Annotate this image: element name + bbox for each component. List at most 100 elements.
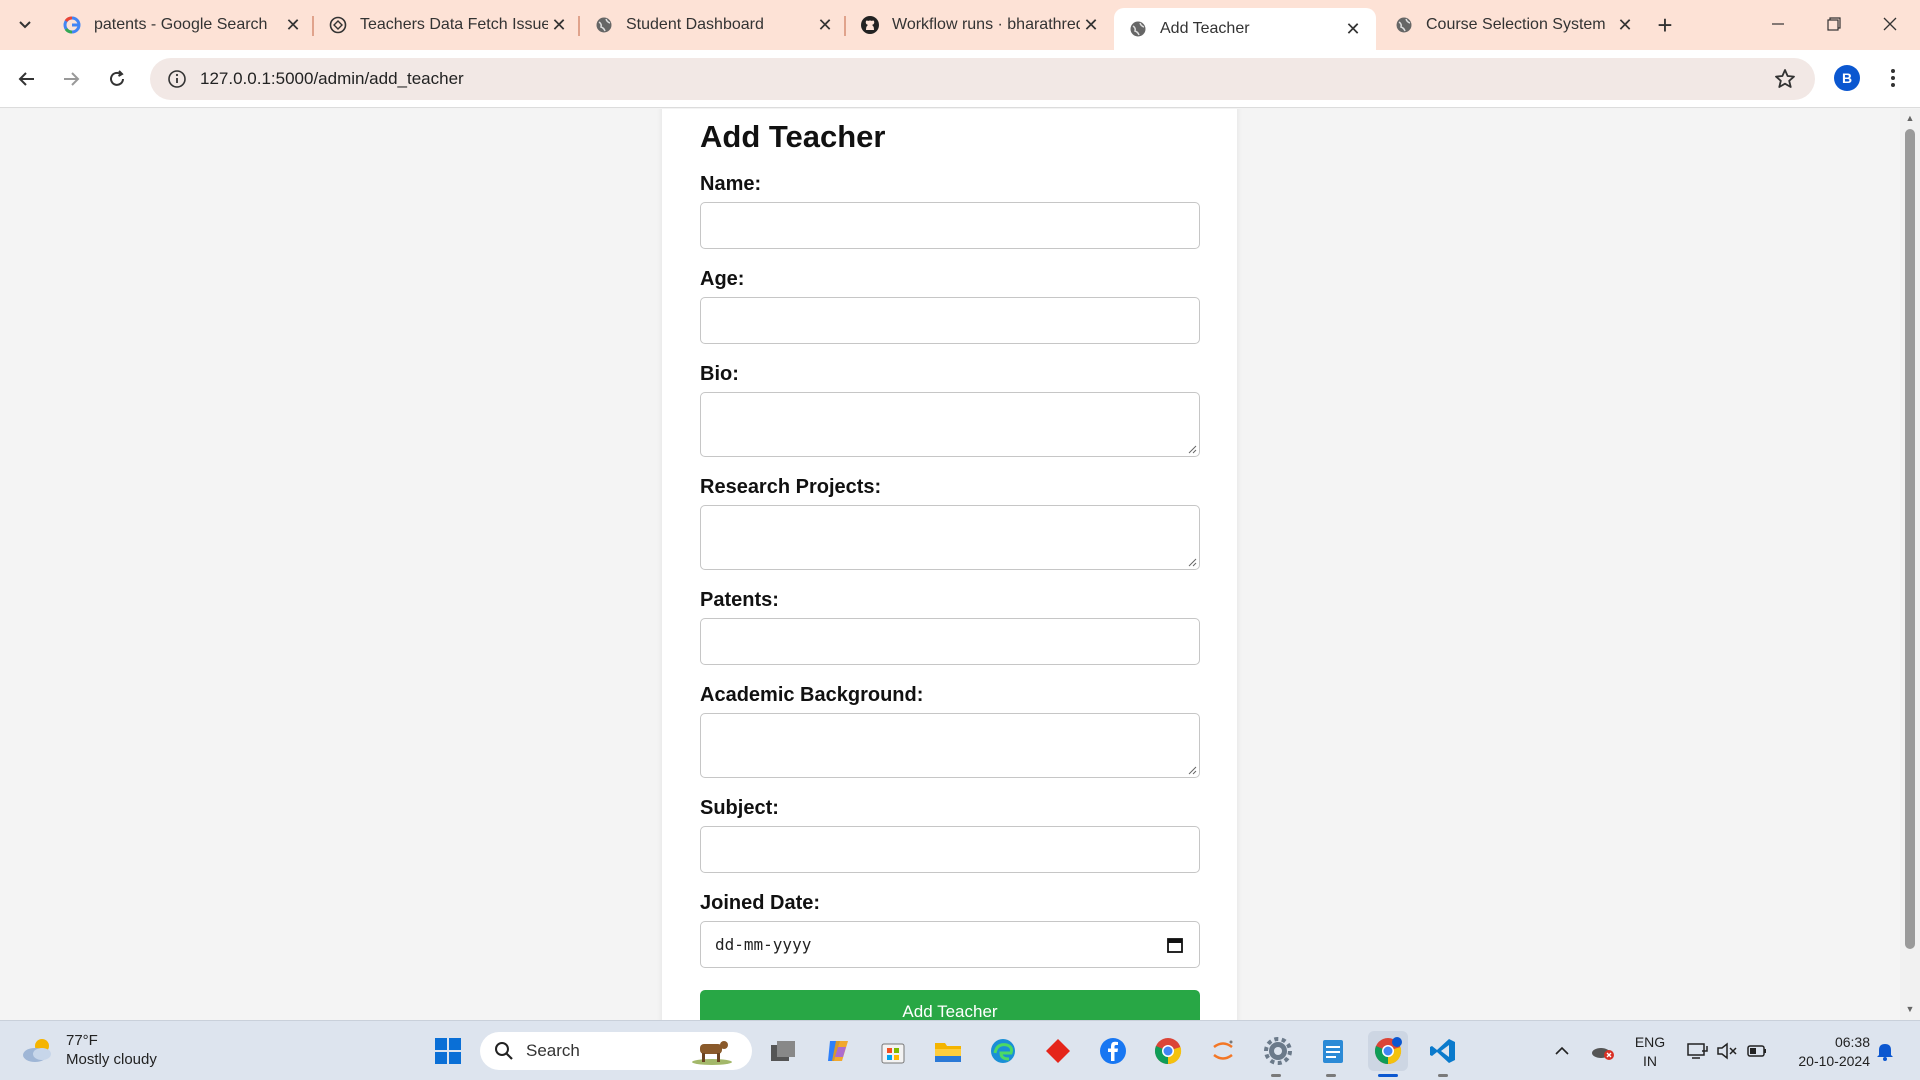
close-icon[interactable]: ✕ — [1342, 18, 1364, 40]
patents-field[interactable] — [700, 618, 1200, 665]
clock[interactable]: 06:38 20-10-2024 — [1784, 1033, 1870, 1071]
jupyter-button[interactable] — [1203, 1031, 1243, 1071]
windows-icon — [435, 1038, 461, 1064]
taskbar-search[interactable]: Search — [480, 1032, 752, 1070]
chrome-icon — [1375, 1037, 1402, 1065]
search-highlight-icon — [692, 1041, 732, 1065]
browser-menu-button[interactable] — [1880, 65, 1906, 91]
tab-add-teacher[interactable]: Add Teacher ✕ — [1114, 8, 1376, 50]
academic-background-textarea[interactable] — [700, 713, 1200, 778]
arrow-left-icon — [18, 72, 34, 86]
show-hidden-icons-button[interactable] — [1550, 1031, 1574, 1071]
vscode-icon — [1430, 1039, 1455, 1063]
tab-title: Workflow runs · bharathreddy — [892, 16, 1080, 33]
region-line: IN — [1643, 1053, 1657, 1069]
reload-icon — [110, 70, 124, 86]
tab-student-dashboard[interactable]: Student Dashboard ✕ — [580, 8, 848, 42]
weather-temp: 77°F — [66, 1032, 98, 1049]
diamond-app-button[interactable] — [1038, 1031, 1078, 1071]
onedrive-tray-button[interactable] — [1588, 1031, 1618, 1071]
tab-search-button[interactable] — [10, 10, 40, 40]
bookmark-star-icon[interactable] — [1773, 67, 1797, 91]
plus-icon: + — [1657, 9, 1673, 40]
close-icon[interactable]: ✕ — [282, 14, 304, 36]
volume-tray-button[interactable] — [1714, 1031, 1740, 1071]
close-icon — [1883, 17, 1897, 31]
tab-title: Teachers Data Fetch Issue — [360, 16, 548, 33]
microsoft-store-button[interactable] — [873, 1031, 913, 1071]
close-icon[interactable]: ✕ — [1080, 14, 1102, 36]
language-indicator[interactable]: ENG IN — [1632, 1033, 1668, 1071]
back-button[interactable] — [10, 62, 44, 96]
resize-grip-icon[interactable] — [1187, 765, 1197, 775]
tab-title: Add Teacher — [1160, 20, 1250, 37]
task-view-button[interactable] — [763, 1031, 803, 1071]
store-icon — [881, 1043, 905, 1064]
address-bar[interactable]: 127.0.0.1:5000/admin/add_teacher — [150, 58, 1815, 100]
add-teacher-button[interactable]: Add Teacher — [700, 990, 1200, 1020]
minimize-icon — [1772, 23, 1784, 25]
academic-background-label: Academic Background: — [700, 684, 924, 706]
close-icon[interactable]: ✕ — [548, 14, 570, 36]
weather-widget[interactable]: 77°F Mostly cloudy — [20, 1031, 157, 1069]
page-scrollbar[interactable]: ▲ ▼ — [1900, 109, 1920, 1020]
tab-teachers-data[interactable]: Teachers Data Fetch Issue ✕ — [314, 8, 582, 42]
chrome-button[interactable] — [1148, 1031, 1188, 1071]
name-field[interactable] — [700, 202, 1200, 249]
scroll-down-icon[interactable]: ▼ — [1905, 1004, 1915, 1014]
date-placeholder: dd-mm-yyyy — [715, 935, 812, 954]
edge-button[interactable] — [983, 1031, 1023, 1071]
start-button[interactable] — [428, 1031, 468, 1071]
close-icon[interactable]: ✕ — [814, 14, 836, 36]
tab-google-search[interactable]: patents - Google Search ✕ — [48, 8, 316, 42]
folder-icon — [935, 1043, 961, 1062]
resize-grip-icon[interactable] — [1187, 444, 1197, 454]
close-window-button[interactable] — [1862, 0, 1918, 48]
notifications-button[interactable] — [1872, 1031, 1898, 1071]
vscode-button[interactable] — [1423, 1031, 1463, 1071]
reload-button[interactable] — [100, 62, 134, 96]
site-info-icon[interactable] — [156, 58, 198, 100]
file-explorer-button[interactable] — [928, 1031, 968, 1071]
profile-avatar[interactable]: B — [1834, 65, 1860, 91]
globe-icon — [1394, 15, 1414, 35]
scroll-thumb[interactable] — [1905, 129, 1915, 949]
clock-date: 20-10-2024 — [1798, 1053, 1870, 1069]
globe-icon — [1128, 19, 1148, 39]
active-indicator — [1378, 1074, 1398, 1077]
url-text: 127.0.0.1:5000/admin/add_teacher — [200, 69, 464, 88]
resize-grip-icon[interactable] — [1187, 557, 1197, 567]
chevron-up-icon — [1555, 1046, 1569, 1055]
chrome-icon — [1155, 1038, 1182, 1065]
calendar-icon[interactable] — [1165, 935, 1185, 955]
tab-workflow-runs[interactable]: Workflow runs · bharathreddy ✕ — [846, 8, 1114, 42]
onedrive-error-icon — [1592, 1048, 1614, 1060]
edge-icon — [991, 1039, 1015, 1063]
joined-date-label: Joined Date: — [700, 892, 821, 914]
tab-course-selection[interactable]: Course Selection System ✕ — [1380, 8, 1648, 42]
chevron-down-icon — [19, 21, 31, 29]
new-tab-button[interactable]: + — [1650, 10, 1680, 40]
scroll-up-icon[interactable]: ▲ — [1905, 113, 1915, 123]
forward-button[interactable] — [54, 62, 88, 96]
patents-label: Patents: — [700, 589, 779, 611]
facebook-button[interactable] — [1093, 1031, 1133, 1071]
age-field[interactable] — [700, 297, 1200, 344]
minimize-button[interactable] — [1750, 0, 1806, 48]
bio-textarea[interactable] — [700, 392, 1200, 457]
subject-field[interactable] — [700, 826, 1200, 873]
battery-tray-button[interactable] — [1744, 1031, 1770, 1071]
name-label: Name: — [700, 173, 762, 195]
close-icon[interactable]: ✕ — [1614, 14, 1636, 36]
settings-button[interactable] — [1258, 1031, 1298, 1071]
notepad-icon — [1323, 1040, 1343, 1063]
chrome-profile-button[interactable] — [1368, 1031, 1408, 1071]
restore-button[interactable] — [1806, 0, 1862, 48]
joined-date-field[interactable]: dd-mm-yyyy — [700, 921, 1200, 968]
jupyter-icon — [1213, 1040, 1233, 1060]
copilot-button[interactable] — [818, 1031, 858, 1071]
notepad-button[interactable] — [1313, 1031, 1353, 1071]
network-tray-button[interactable] — [1684, 1031, 1710, 1071]
tab-title: Course Selection System — [1426, 16, 1606, 33]
research-projects-textarea[interactable] — [700, 505, 1200, 570]
